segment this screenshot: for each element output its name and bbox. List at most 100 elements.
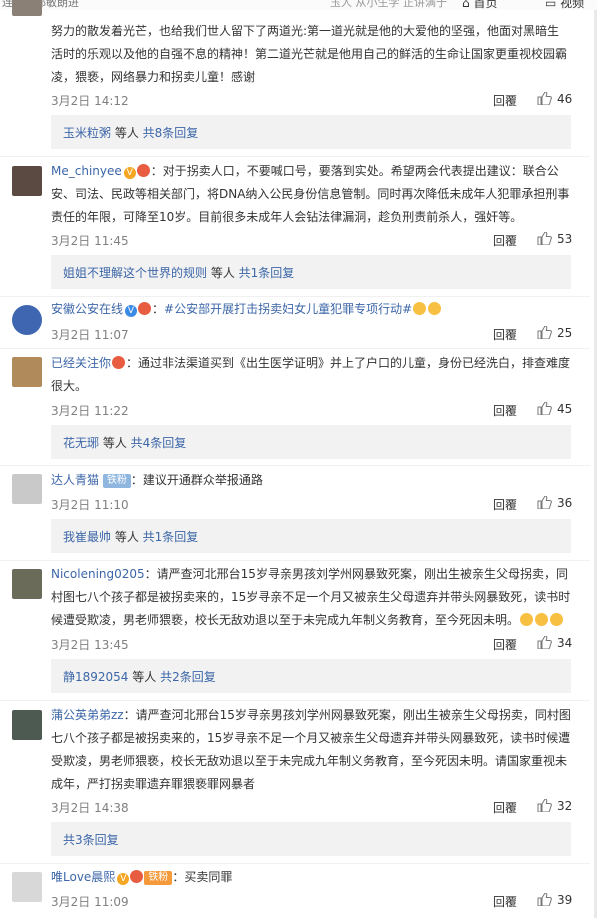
reply-button[interactable]: 回覆 (493, 92, 517, 109)
reply-button[interactable]: 回覆 (493, 496, 517, 513)
avatar[interactable] (12, 305, 42, 335)
sub-reply-connector: 等人 (99, 436, 131, 450)
avatar[interactable] (12, 569, 42, 599)
divider (0, 863, 590, 864)
comment-time: 3月2日 11:07 (51, 328, 129, 342)
sub-reply-user[interactable]: 静1892054 (63, 670, 128, 684)
comment-username[interactable]: Nicolening0205 (51, 567, 145, 581)
sub-reply-count-link[interactable]: 共1条回复 (143, 530, 199, 544)
reply-button[interactable]: 回覆 (493, 232, 517, 249)
emoji-icon (130, 870, 144, 883)
sub-reply-box[interactable]: 我崔最帅 等人 共1条回复 (51, 519, 571, 553)
divider (0, 465, 590, 466)
sub-reply-user[interactable]: 花无琊 (63, 436, 99, 450)
like-icon[interactable] (537, 326, 552, 339)
divider (0, 348, 590, 349)
comment-body: ：建议开通群众举报通路 (130, 473, 263, 487)
comment-time: 3月2日 11:22 (51, 404, 129, 418)
like-count: 39 (557, 893, 573, 907)
sub-reply-connector: 等人 (111, 530, 143, 544)
comment-body: ：买卖同罪 (172, 870, 233, 884)
comment-time: 3月2日 11:10 (51, 498, 129, 512)
avatar[interactable] (12, 166, 42, 196)
verified-badge-icon: V (117, 873, 130, 885)
like-icon[interactable] (537, 232, 552, 245)
sub-reply-box[interactable]: 共3条回复 (51, 822, 571, 856)
comment-text: Nicolening0205：请严查河北邢台15岁寻亲男孩刘学州网暴致死案，刚出… (51, 563, 571, 632)
sub-reply-box[interactable]: 玉米粒粥 等人 共8条回复 (51, 115, 571, 149)
video-icon: ▭ (545, 0, 557, 10)
reply-button[interactable]: 回覆 (493, 799, 517, 816)
divider (0, 296, 590, 297)
comment-time: 3月2日 13:45 (51, 638, 129, 652)
like-count: 34 (557, 636, 573, 650)
comment-username[interactable]: 蒲公英弟弟zz (51, 708, 124, 722)
fan-badge: 铁粉 (144, 871, 173, 885)
sub-reply-user[interactable]: 我崔最帅 (63, 530, 111, 544)
reply-button[interactable]: 回覆 (493, 402, 517, 419)
avatar[interactable] (12, 0, 42, 16)
top-bar: 连接：郭敏朗进 玉人 从小生学 正讲满于 ⌂ 首页 ▭ 视频 (0, 0, 597, 10)
emoji-icon (520, 613, 534, 626)
divider (0, 156, 590, 157)
comment-time: 3月2日 11:45 (51, 234, 129, 248)
sub-reply-count-link[interactable]: 共4条回复 (131, 436, 187, 450)
comment-time: 3月2日 14:38 (51, 801, 129, 815)
home-link[interactable]: ⌂ 首页 (462, 0, 497, 10)
divider (0, 560, 590, 561)
like-icon[interactable] (537, 496, 552, 509)
sub-reply-count-link[interactable]: 共3条回复 (63, 833, 119, 847)
comment-username[interactable]: 安徽公安在线 (51, 302, 123, 316)
reply-button[interactable]: 回覆 (493, 326, 517, 343)
top-bar-center-text: 玉人 从小生学 正讲满于 (330, 0, 447, 9)
comment-username[interactable]: Me_chinyee (51, 164, 122, 178)
sub-reply-box[interactable]: 静1892054 等人 共2条回复 (51, 659, 571, 693)
avatar[interactable] (12, 474, 42, 504)
reply-button[interactable]: 回覆 (493, 893, 517, 910)
like-icon[interactable] (537, 92, 552, 105)
comment-username[interactable]: 达人青猫 (51, 473, 99, 487)
like-count: 25 (557, 326, 573, 340)
emoji-icon (535, 613, 549, 626)
avatar[interactable] (12, 357, 42, 387)
sub-reply-connector: 等人 (111, 126, 143, 140)
like-icon[interactable] (537, 402, 552, 415)
like-icon[interactable] (537, 893, 552, 906)
emoji-icon (413, 302, 427, 315)
comment-username[interactable]: 已经关注你 (51, 356, 111, 370)
like-icon[interactable] (537, 799, 552, 812)
comment-username[interactable]: 唯Love晨熙 (51, 870, 115, 884)
like-icon[interactable] (537, 636, 552, 649)
sub-reply-connector: 等人 (128, 670, 161, 684)
like-count: 32 (557, 799, 573, 813)
sub-reply-user[interactable]: 姐姐不理解这个世界的规则 (63, 266, 207, 280)
reply-button[interactable]: 回覆 (493, 636, 517, 653)
comment-time: 3月2日 14:12 (51, 94, 129, 108)
video-label: 视频 (560, 0, 585, 10)
video-link[interactable]: ▭ 视频 (545, 0, 584, 10)
avatar[interactable] (12, 872, 42, 902)
emoji-icon (138, 302, 152, 315)
divider (0, 700, 590, 701)
sub-reply-count-link[interactable]: 共8条回复 (143, 126, 199, 140)
sub-reply-user[interactable]: 玉米粒粥 (63, 126, 111, 140)
sub-reply-connector: 等人 (207, 266, 239, 280)
like-count: 36 (557, 496, 573, 510)
sub-reply-box[interactable]: 花无琊 等人 共4条回复 (51, 425, 571, 459)
comment-body: ：通过非法渠道买到《出生医学证明》并上了户口的儿童，身份已经洗白，排查难度很大。 (51, 356, 571, 393)
comment-body: ：请严查河北邢台15岁寻亲男孩刘学州网暴致死案，刚出生被亲生父母拐卖，同村图七八… (51, 708, 571, 791)
sub-reply-count-link[interactable]: 共2条回复 (160, 670, 216, 684)
like-count: 53 (557, 232, 573, 246)
sub-reply-count-link[interactable]: 共1条回复 (239, 266, 295, 280)
emoji-icon (112, 356, 126, 369)
sub-reply-box[interactable]: 姐姐不理解这个世界的规则 等人 共1条回复 (51, 255, 571, 289)
avatar[interactable] (12, 710, 42, 740)
emoji-icon (136, 164, 150, 177)
comment-text: Me_chinyee V ：对于拐卖人口，不要喊口号，要落到实处。希望两会代表提出建… (51, 160, 571, 229)
topic-link[interactable]: #公安部开展打击拐卖妇女儿童犯罪专项行动# (164, 302, 412, 316)
comment-text: 努力的散发着光芒，也给我们世人留下了两道光:第一道光就是他的大爱他的坚强，他面对… (51, 24, 568, 84)
comment-text: 已经关注你 ：通过非法渠道买到《出生医学证明》并上了户口的儿童，身份已经洗白，排查… (51, 352, 571, 398)
comment-text: 达人青猫 铁粉 ：建议开通群众举报通路 (51, 469, 571, 492)
comment-time: 3月2日 11:09 (51, 895, 129, 909)
emoji-icon (428, 302, 442, 315)
